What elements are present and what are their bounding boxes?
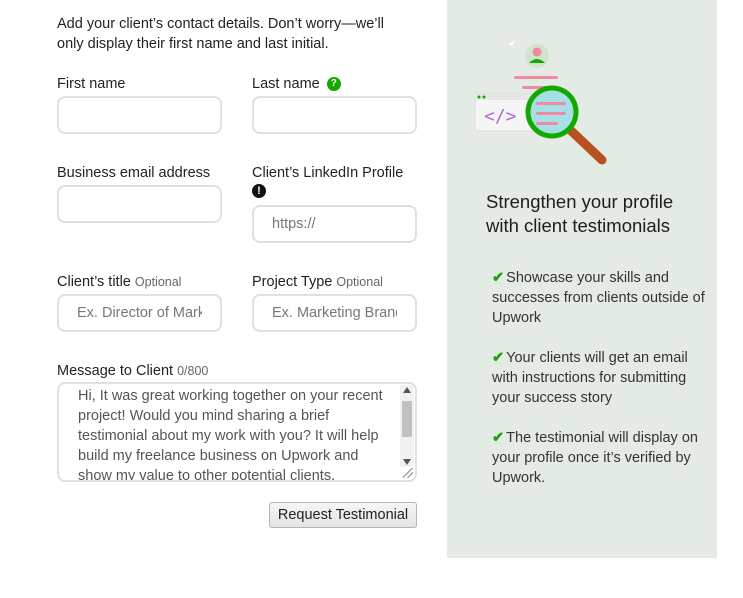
benefit-item: ✔ Showcase your skills and successes from… <box>492 270 705 326</box>
project-type-label: Project Type Optional <box>252 274 383 290</box>
optional-tag: Optional <box>134 275 182 289</box>
benefit-item: ✔ The testimonial will display on your pr… <box>492 430 698 486</box>
client-title-input[interactable] <box>57 294 222 332</box>
optional-tag: Optional <box>336 275 383 289</box>
request-testimonial-button[interactable]: Request Testimonial <box>269 502 417 528</box>
first-name-label: First name <box>57 76 126 92</box>
character-counter: 0/800 <box>177 364 209 378</box>
linkedin-input[interactable] <box>252 205 417 243</box>
message-label: Message to Client 0/800 <box>57 363 209 379</box>
magnifier-illustration: </> <box>474 40 607 165</box>
first-name-input[interactable] <box>57 96 222 134</box>
resize-grip-icon[interactable] <box>403 468 413 478</box>
side-panel: </> Strengthen your profile with client … <box>447 0 717 558</box>
email-input[interactable] <box>57 185 222 223</box>
warning-icon: ! <box>252 184 266 198</box>
code-icon: </> <box>484 106 517 127</box>
help-icon[interactable]: ? <box>326 77 341 91</box>
form-intro: Add your client’s contact details. Don’t… <box>57 16 384 52</box>
check-icon: ✔ <box>492 270 505 286</box>
check-icon: ✔ <box>492 350 505 366</box>
check-icon: ✔ <box>492 430 505 446</box>
side-title: Strengthen your profile with client test… <box>486 191 674 236</box>
scroll-up-icon[interactable] <box>403 387 411 393</box>
benefit-item: ✔ Your clients will get an email with ins… <box>492 350 688 406</box>
message-text[interactable]: Hi, It was great working together on you… <box>78 386 388 480</box>
scroll-down-icon[interactable] <box>403 459 411 465</box>
message-textarea[interactable]: Hi, It was great working together on you… <box>57 382 417 482</box>
linkedin-label: Client’s LinkedIn Profile <box>252 165 404 181</box>
textarea-scrollbar[interactable] <box>400 385 414 467</box>
project-type-input[interactable] <box>252 294 417 332</box>
scroll-thumb[interactable] <box>402 401 412 437</box>
last-name-input[interactable] <box>252 96 417 134</box>
client-title-label: Client’s title Optional <box>57 274 182 290</box>
sparkle-icon <box>509 40 515 46</box>
email-label: Business email address <box>57 165 211 181</box>
last-name-label: Last name ? <box>252 76 341 92</box>
